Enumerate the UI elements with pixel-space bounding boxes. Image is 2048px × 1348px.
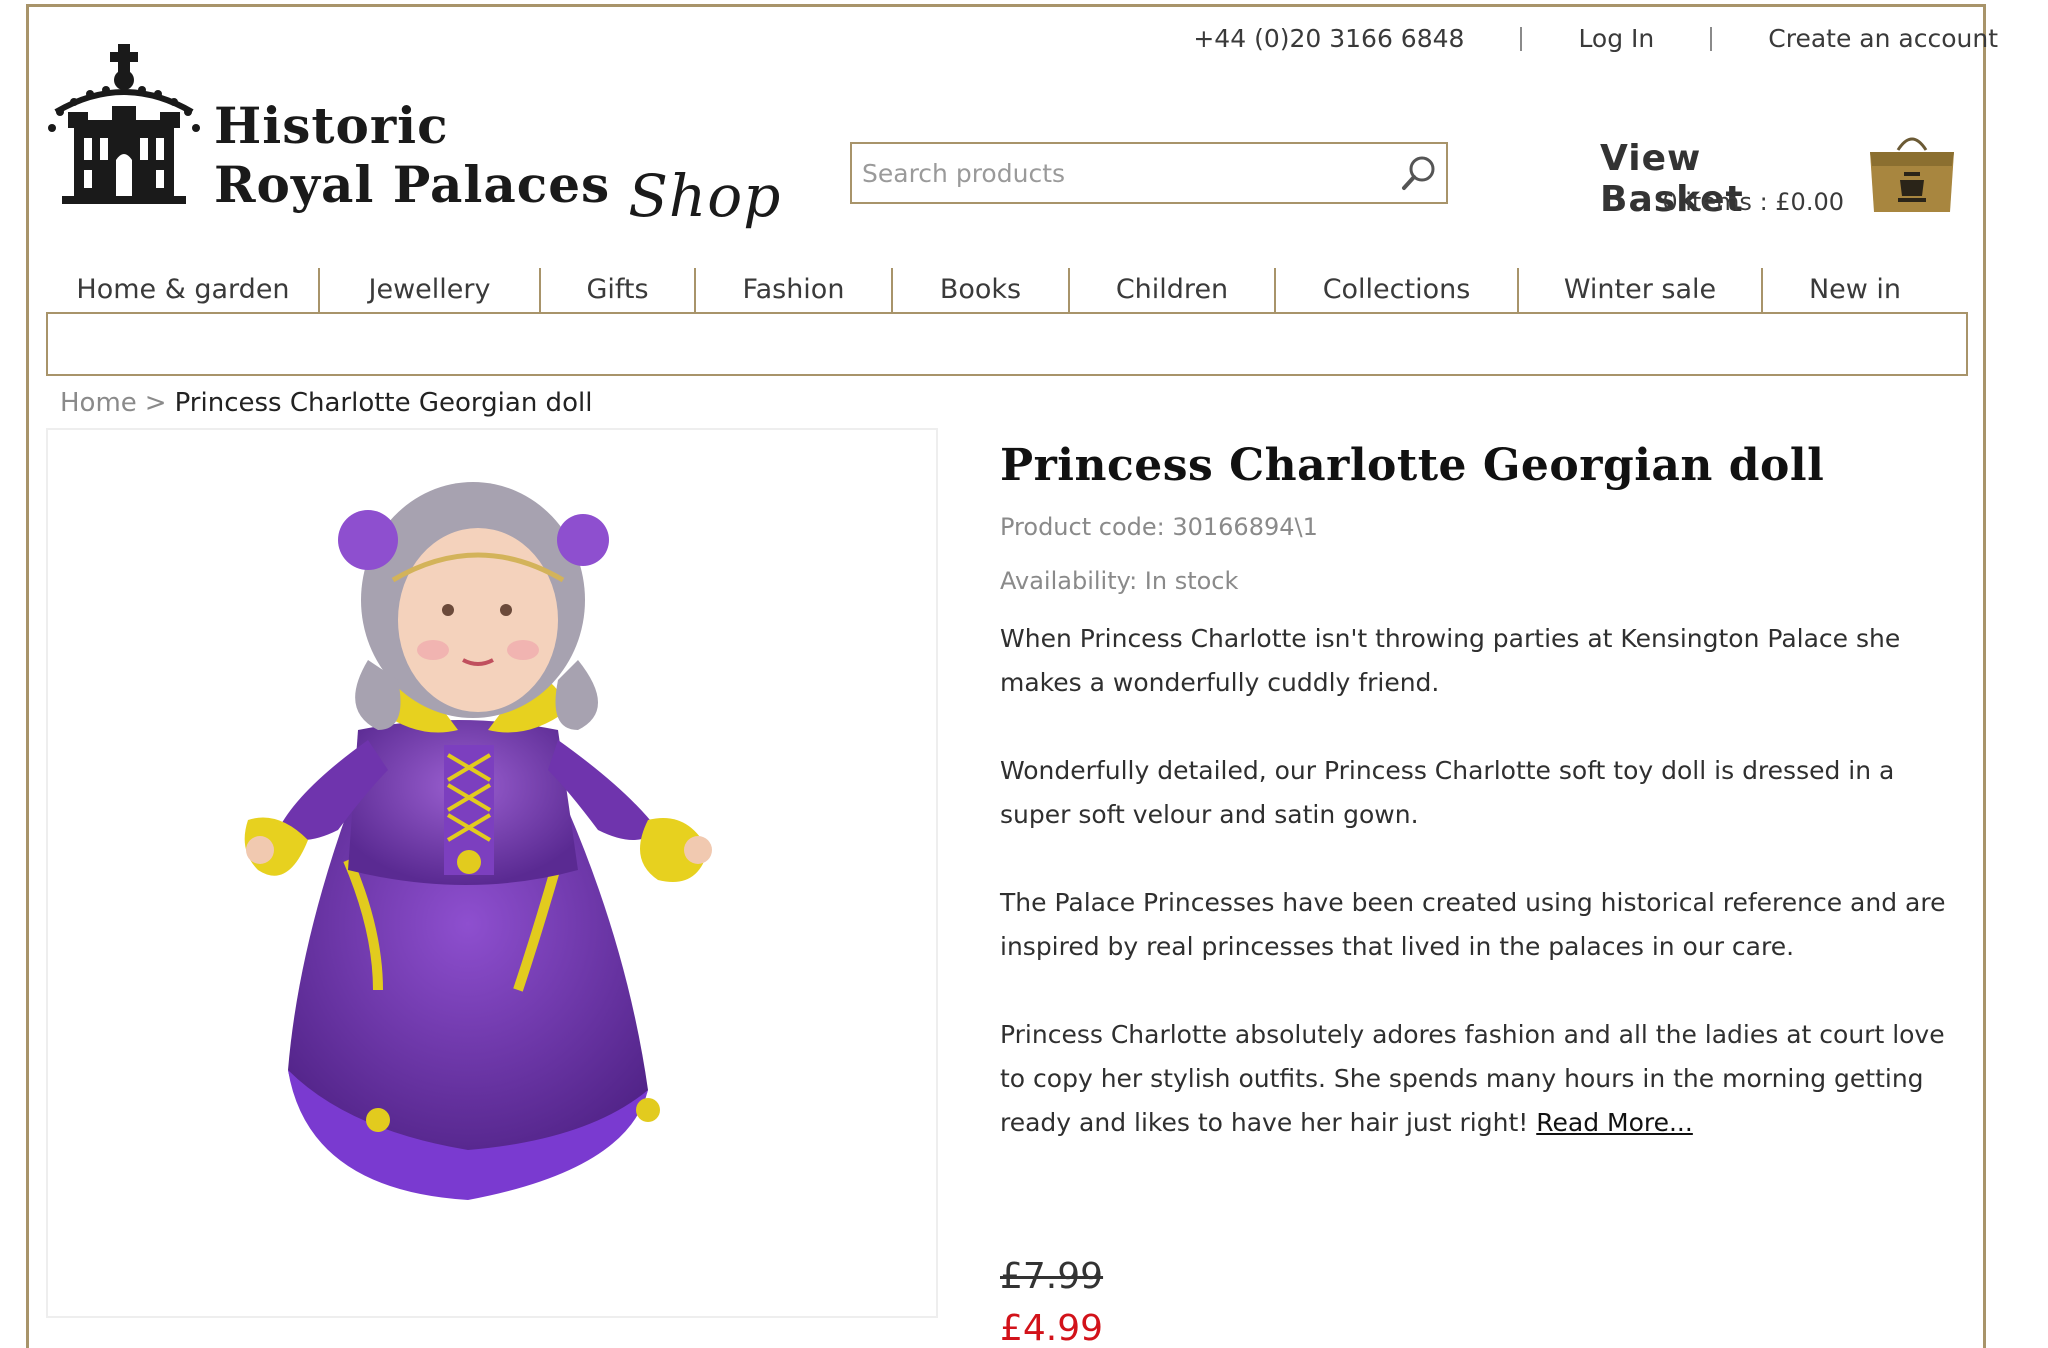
nav-item-new-in[interactable]: New in: [1763, 266, 1947, 313]
product-info: Princess Charlotte Georgian doll Product…: [1000, 440, 1970, 1145]
crown-tower-crest-icon: [48, 44, 200, 204]
logo-wordmark: Historic Royal Palaces Shop: [214, 96, 781, 226]
description-paragraph: The Palace Princesses have been created …: [1000, 888, 1946, 961]
breadcrumb: Home > Princess Charlotte Georgian doll: [60, 388, 592, 418]
basket-summary: 0 items : £0.00: [1662, 188, 1844, 216]
search-icon[interactable]: [1392, 146, 1446, 200]
description-text: Princess Charlotte absolutely adores fas…: [1000, 1020, 1945, 1137]
nav-item-jewellery[interactable]: Jewellery: [320, 266, 539, 313]
nav-item-gifts[interactable]: Gifts: [541, 266, 694, 313]
nav-item-collections[interactable]: Collections: [1276, 266, 1517, 313]
search-box: [850, 142, 1448, 204]
nav-item-books[interactable]: Books: [893, 266, 1068, 313]
divider: [1520, 26, 1523, 51]
product-image[interactable]: [46, 428, 938, 1318]
doll-image: [244, 482, 712, 1200]
logo-shop: Shop: [628, 162, 782, 230]
description-paragraph: Princess Charlotte absolutely adores fas…: [1000, 1013, 1970, 1145]
basket-widget[interactable]: View Basket 0 items : £0.00: [1600, 132, 1970, 222]
phone-number: +44 (0)20 3166 6848: [1193, 24, 1465, 53]
shopping-bag-icon[interactable]: [1864, 132, 1960, 214]
nav-item-fashion[interactable]: Fashion: [696, 266, 891, 313]
nav-item-children[interactable]: Children: [1070, 266, 1274, 313]
search-input[interactable]: [852, 144, 1392, 202]
read-more-link[interactable]: Read More...: [1536, 1108, 1693, 1137]
breadcrumb-current: Princess Charlotte Georgian doll: [174, 388, 593, 418]
create-account-link[interactable]: Create an account: [1768, 24, 1998, 53]
original-price: £7.99: [1000, 1256, 1104, 1297]
logo-line1: Historic: [214, 96, 449, 155]
product-code: Product code: 30166894\1: [1000, 513, 1318, 541]
product-title: Princess Charlotte Georgian doll: [1000, 440, 1825, 491]
nav-item-home-garden[interactable]: Home & garden: [48, 266, 318, 313]
main-nav: Home & garden Jewellery Gifts Fashion Bo…: [48, 266, 1968, 313]
divider: [1710, 26, 1713, 51]
utility-bar: +44 (0)20 3166 6848 Log In Create an acc…: [1193, 24, 1998, 53]
breadcrumb-home[interactable]: Home: [60, 388, 137, 418]
description-paragraph: When Princess Charlotte isn't throwing p…: [1000, 624, 1901, 697]
nav-item-winter-sale[interactable]: Winter sale: [1519, 266, 1761, 313]
product-description: When Princess Charlotte isn't throwing p…: [1000, 617, 1970, 1145]
site-logo[interactable]: Historic Royal Palaces Shop: [48, 42, 781, 226]
login-link[interactable]: Log In: [1578, 24, 1654, 53]
breadcrumb-separator: >: [144, 388, 167, 418]
sale-price: £4.99: [1000, 1308, 1104, 1348]
description-paragraph: Wonderfully detailed, our Princess Charl…: [1000, 756, 1895, 829]
subnav-bar: [46, 312, 1968, 376]
availability: Availability: In stock: [1000, 567, 1239, 595]
logo-line2: Royal Palaces: [214, 155, 611, 214]
